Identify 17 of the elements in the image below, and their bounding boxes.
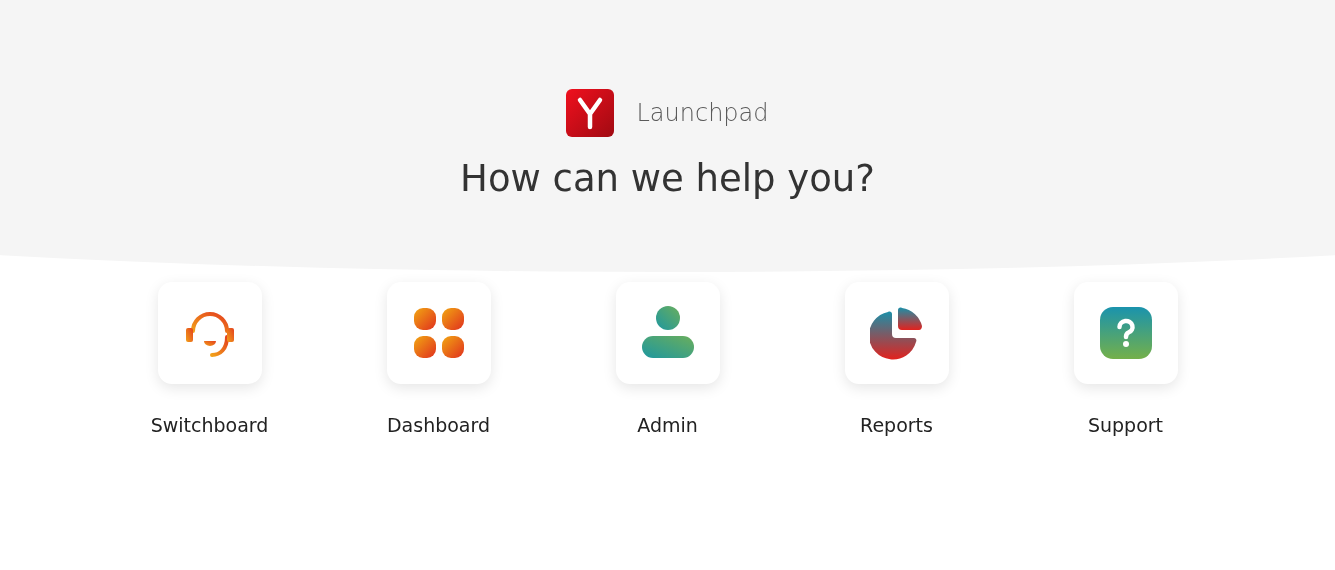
page-heading: How can we help you? [460,157,875,200]
app-label[interactable]: Support [1087,414,1164,436]
logo-icon [566,89,615,137]
app-label[interactable]: Dashboard [386,414,491,436]
app-tile[interactable] [386,282,491,384]
app-name: Launchpad [636,99,769,127]
help-icon [1098,306,1153,360]
app-label[interactable]: Admin [637,414,698,436]
app-label[interactable]: Switchboard [150,414,269,436]
user-icon [640,306,695,360]
app-tile[interactable] [844,282,949,384]
grid-icon [411,306,466,360]
pie-chart-icon [869,306,924,360]
app-tile[interactable] [157,282,262,384]
app-tile[interactable] [1073,282,1178,384]
app-label[interactable]: Reports [860,414,933,436]
app-tile[interactable] [615,282,720,384]
